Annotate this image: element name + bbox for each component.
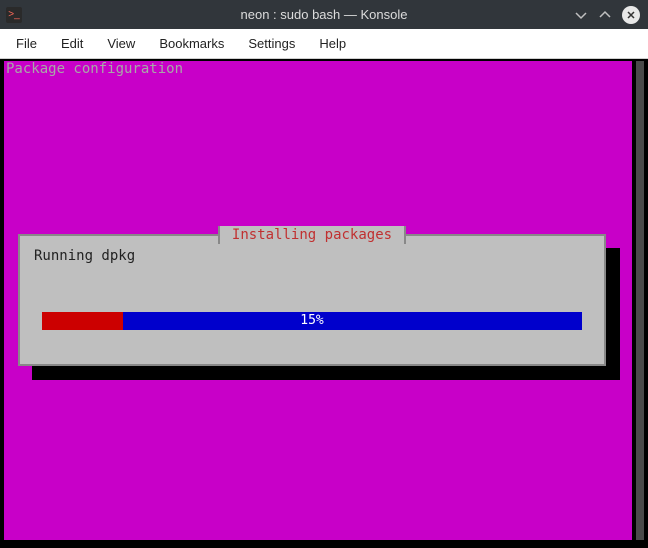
menu-bookmarks[interactable]: Bookmarks	[149, 32, 234, 55]
maximize-icon[interactable]	[598, 8, 612, 22]
menu-edit[interactable]: Edit	[51, 32, 93, 55]
window-controls	[574, 6, 648, 24]
scrollbar[interactable]	[636, 61, 644, 540]
menu-settings[interactable]: Settings	[238, 32, 305, 55]
dialog-title: Installing packages	[218, 226, 406, 244]
package-configuration-heading: Package configuration	[4, 61, 632, 78]
window-title: neon : sudo bash — Konsole	[241, 7, 408, 22]
titlebar: >_ neon : sudo bash — Konsole	[0, 0, 648, 29]
install-dialog: Installing packages Running dpkg 15%	[18, 234, 606, 366]
terminal-canvas: Package configuration Installing package…	[4, 61, 632, 540]
menu-view[interactable]: View	[97, 32, 145, 55]
terminal-icon: >_	[6, 7, 22, 23]
menu-help[interactable]: Help	[309, 32, 356, 55]
terminal-area[interactable]: Package configuration Installing package…	[0, 59, 648, 548]
close-icon[interactable]	[622, 6, 640, 24]
menu-file[interactable]: File	[6, 32, 47, 55]
progress-label: 15%	[42, 312, 582, 330]
progress-bar: 15%	[42, 312, 582, 330]
minimize-icon[interactable]	[574, 8, 588, 22]
menubar: File Edit View Bookmarks Settings Help	[0, 29, 648, 59]
